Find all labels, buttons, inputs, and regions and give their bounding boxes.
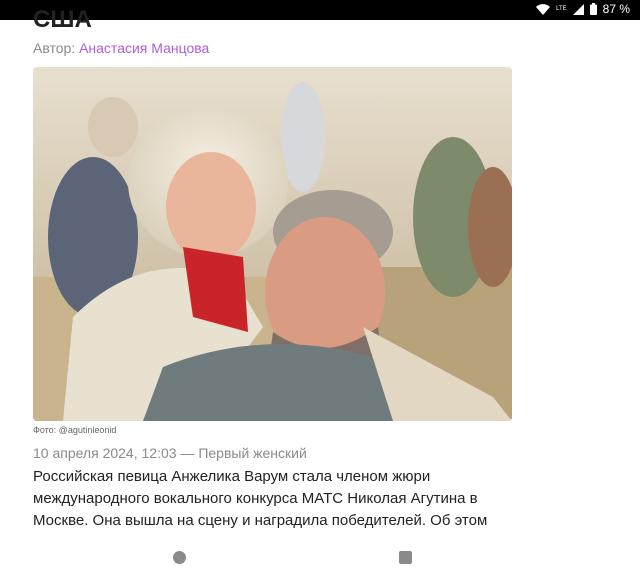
- status-bar: LTE 87 %: [0, 0, 640, 20]
- article-title: США: [33, 6, 92, 33]
- lte-indicator: LTE: [556, 6, 567, 12]
- status-icons: LTE 87 %: [536, 2, 630, 16]
- photo-credit: Фото: @agutinleonid: [33, 425, 117, 435]
- article-photo[interactable]: [33, 67, 512, 421]
- author-line: Автор: Анастасия Манцова: [33, 40, 209, 56]
- wifi-icon: [536, 3, 551, 15]
- home-icon[interactable]: [173, 551, 186, 564]
- author-link[interactable]: Анастасия Манцова: [79, 40, 209, 56]
- navigation-bar: [0, 537, 640, 577]
- battery-icon: [589, 3, 597, 15]
- article-body: Российская певица Анжелика Варум стала ч…: [33, 468, 488, 529]
- dateline: 10 апреля 2024, 12:03 — Первый женский: [33, 445, 307, 461]
- battery-percent: 87 %: [602, 2, 630, 16]
- recents-icon[interactable]: [399, 551, 412, 564]
- signal-icon: [572, 3, 584, 15]
- author-prefix: Автор:: [33, 40, 76, 56]
